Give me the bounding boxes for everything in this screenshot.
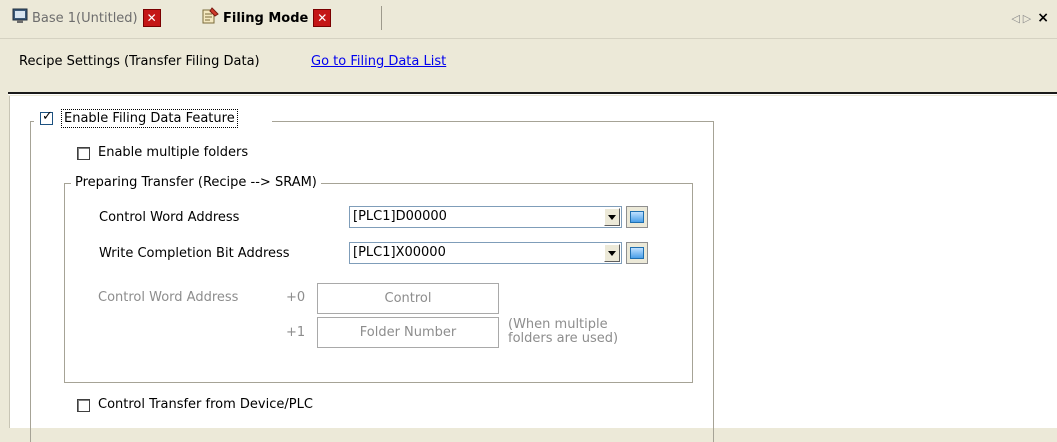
note-line: (When multiple (508, 317, 608, 332)
keypad-icon (630, 211, 644, 223)
write-completion-value: [PLC1]X00000 (353, 245, 446, 260)
control-word-label: Control Word Address (99, 210, 240, 225)
multiple-folders-note: (When multiple folders are used) (508, 318, 618, 346)
enable-filing-label[interactable]: Enable Filing Data Feature (61, 109, 238, 128)
control-word-table-title: Control Word Address (98, 290, 239, 305)
control-cell: Control (317, 283, 499, 314)
tab-divider (381, 6, 382, 30)
monitor-icon (12, 8, 28, 28)
offset-label: +1 (286, 325, 306, 340)
control-transfer-label[interactable]: Control Transfer from Device/PLC (98, 397, 313, 412)
control-cell-text: Control (384, 291, 432, 306)
check-icon: ✓ (42, 109, 53, 124)
multiple-folders-label[interactable]: Enable multiple folders (98, 145, 248, 160)
control-word-value: [PLC1]D00000 (353, 209, 447, 224)
preparing-transfer-title: Preparing Transfer (Recipe --> SRAM) (71, 175, 321, 190)
keypad-icon (630, 247, 644, 259)
keypad-button[interactable] (626, 242, 648, 264)
control-word-combo[interactable]: [PLC1]D00000 (349, 206, 622, 228)
tab-label: Base 1(Untitled) (32, 10, 138, 26)
filing-data-list-link[interactable]: Go to Filing Data List (311, 54, 446, 69)
tab-prev-icon[interactable]: ◁ (1011, 12, 1019, 25)
multiple-folders-checkbox[interactable] (77, 147, 90, 160)
tab-navigation: ◁ ▷ × (1011, 10, 1049, 26)
control-transfer-checkbox[interactable] (77, 399, 90, 412)
tab-label: Filing Mode (223, 10, 309, 26)
write-completion-label: Write Completion Bit Address (99, 246, 290, 261)
tab-base1[interactable]: Base 1(Untitled) ✕ (12, 5, 161, 31)
note-line: folders are used) (508, 331, 619, 346)
tab-next-icon[interactable]: ▷ (1023, 12, 1031, 25)
close-icon[interactable]: ✕ (313, 9, 332, 27)
enable-filing-checkbox[interactable]: ✓ (40, 109, 53, 125)
chevron-down-icon[interactable] (604, 208, 620, 226)
chevron-down-icon[interactable] (604, 244, 620, 262)
tab-filing-mode[interactable]: Filing Mode ✕ (201, 5, 332, 31)
keypad-button[interactable] (626, 206, 648, 228)
folder-number-cell-text: Folder Number (359, 325, 457, 340)
close-icon[interactable]: ✕ (142, 9, 161, 27)
close-icon[interactable]: × (1037, 10, 1049, 26)
write-completion-combo[interactable]: [PLC1]X00000 (349, 242, 622, 264)
filing-icon (201, 7, 219, 29)
page-title: Recipe Settings (Transfer Filing Data) (19, 54, 260, 69)
offset-label: +0 (286, 290, 306, 305)
folder-number-cell: Folder Number (317, 317, 499, 348)
header-divider-highlight (8, 94, 1057, 95)
